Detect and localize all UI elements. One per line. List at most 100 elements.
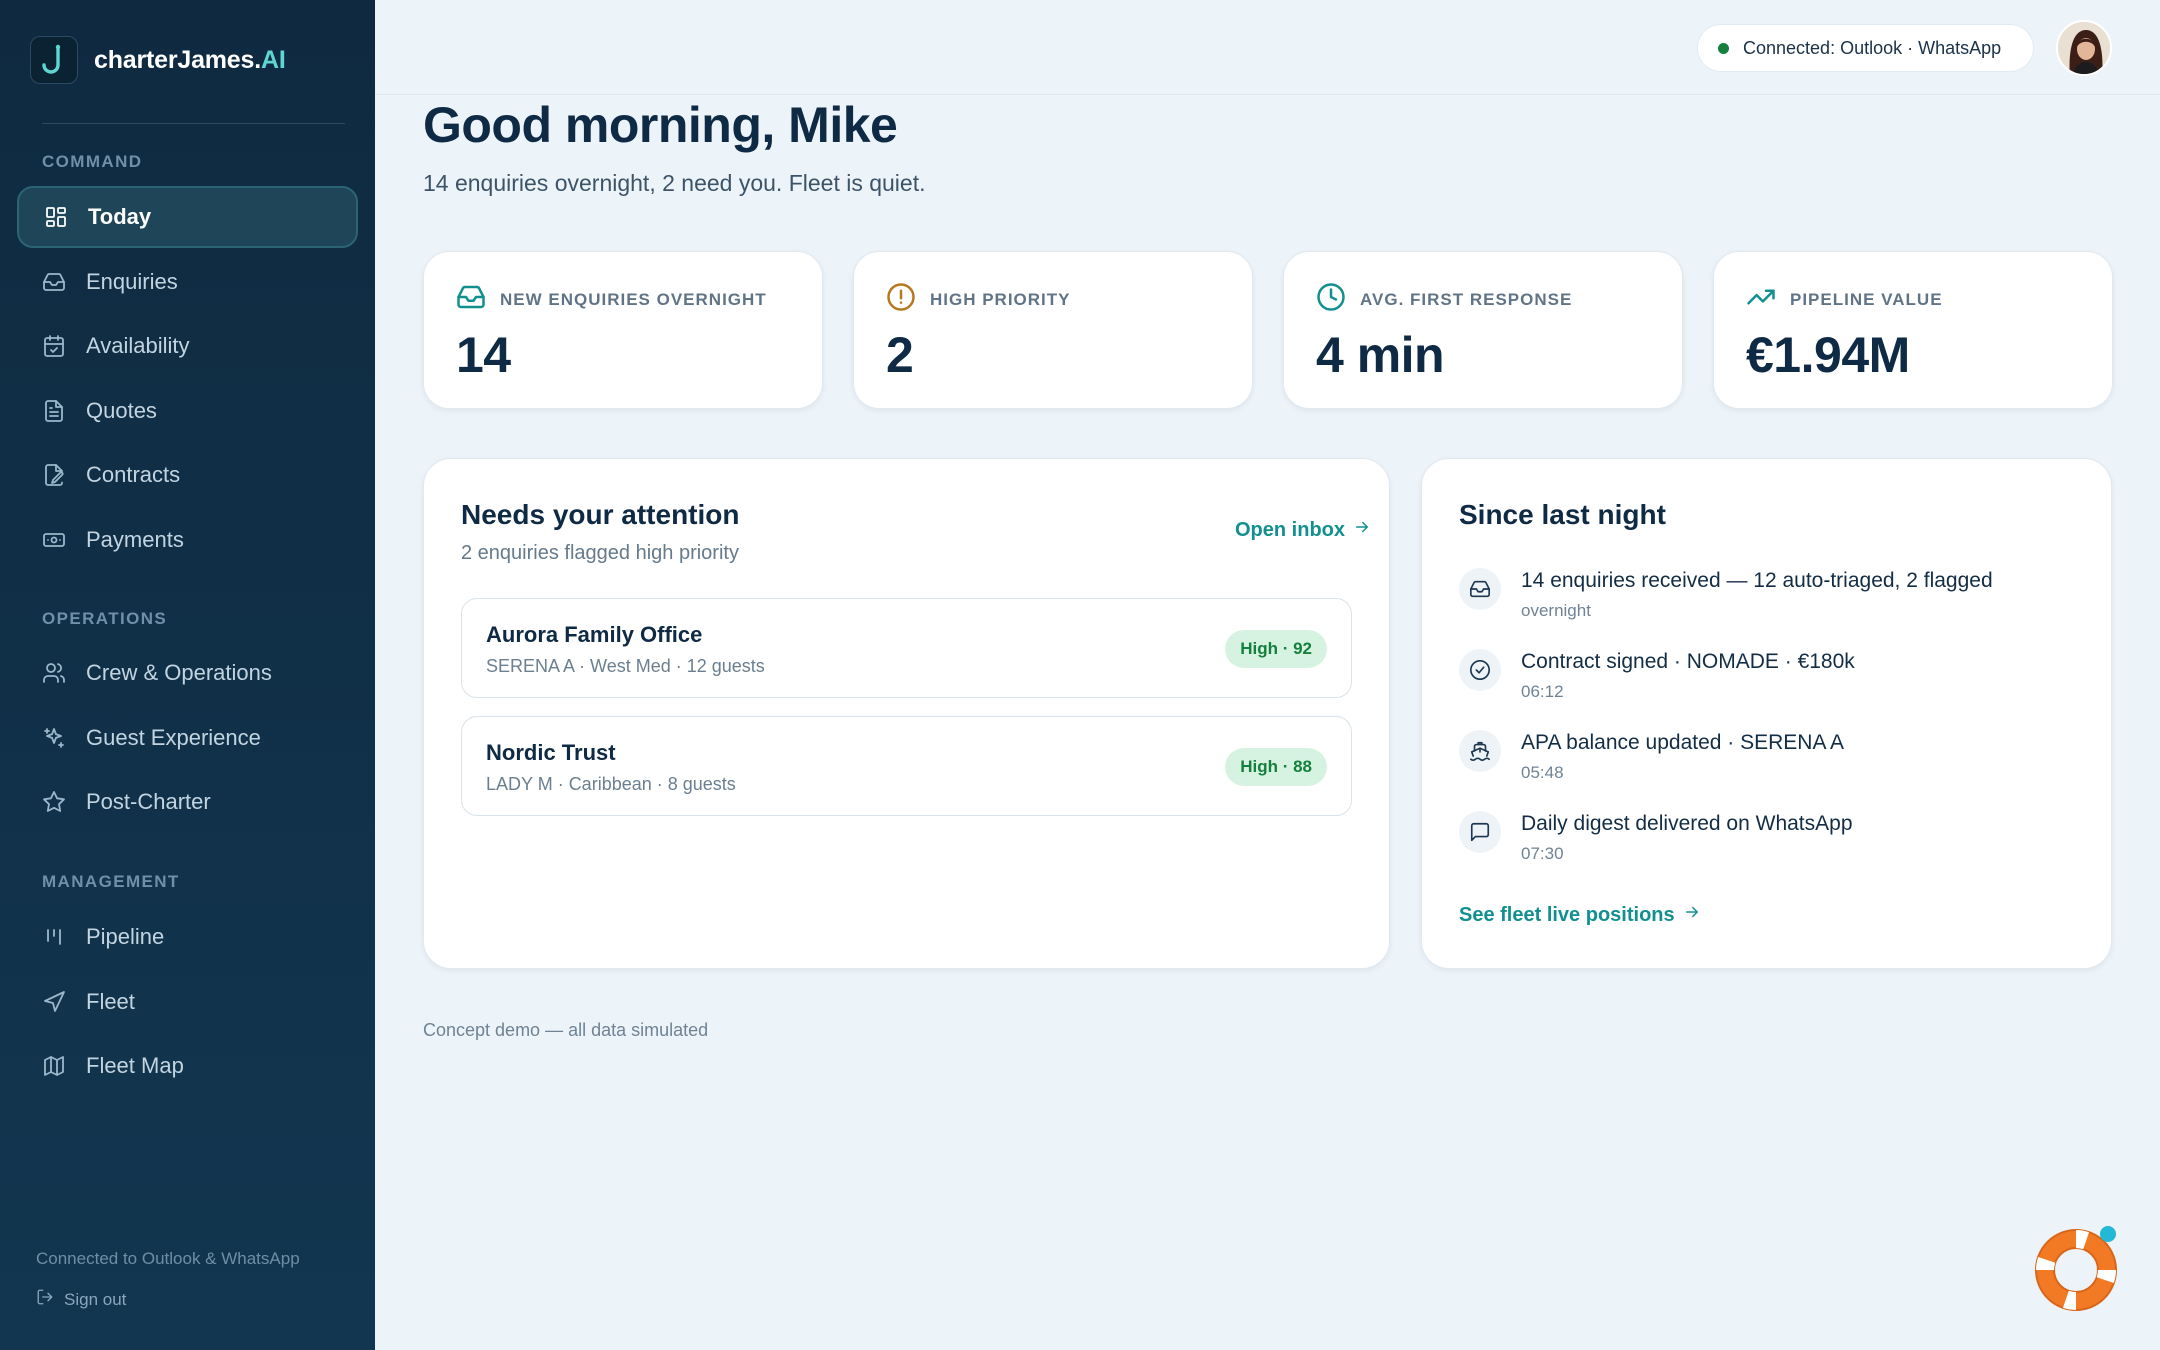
calendar-check-icon [42,334,66,358]
activity-time: 07:30 [1521,844,1564,863]
stat-card-pipeline-value[interactable]: PIPELINE VALUE €1.94M [1713,251,2113,409]
enquiry-row[interactable]: Aurora Family Office SERENA A · West Med… [461,598,1352,698]
activity-item: APA balance updated · SERENA A 05:48 [1459,728,1844,783]
star-icon [42,790,66,814]
sidebar-item-label: Contracts [86,462,181,487]
sidebar: charterJames.AI COMMAND Today Enquiries … [0,0,375,1350]
sidebar-item-fleet-map[interactable]: Fleet Map [17,1035,358,1097]
sidebar-item-enquiries[interactable]: Enquiries [17,251,358,313]
sidebar-item-label: Guest Experience [86,725,261,750]
stat-value: 14 [456,327,511,383]
sidebar-item-post-charter[interactable]: Post-Charter [17,771,358,833]
sidebar-item-payments[interactable]: Payments [17,509,358,571]
section-label-command: COMMAND [42,152,143,171]
inbox-icon [456,282,486,317]
connection-status-text: Connected: Outlook · WhatsApp [1743,37,2002,58]
sidebar-item-quotes[interactable]: Quotes [17,380,358,442]
sidebar-item-today[interactable]: Today [17,186,358,248]
activity-time: 05:48 [1521,763,1564,782]
activity-item: 14 enquiries received — 12 auto-triaged,… [1459,566,1993,621]
activity-panel: Since last night 14 enquiries received —… [1421,458,2112,969]
sign-out-button[interactable]: Sign out [36,1288,126,1311]
stat-header: AVG. FIRST RESPONSE [1316,282,1572,317]
enquiry-client-name: Aurora Family Office [486,622,703,647]
lifebuoy-icon [2035,1226,2117,1311]
section-label-operations: OPERATIONS [42,609,168,628]
activity-item: Contract signed · NOMADE · €180k 06:12 [1459,647,1855,702]
enquiry-client-name: Nordic Trust [486,740,616,765]
inbox-icon [1459,568,1501,610]
activity-text: 14 enquiries received — 12 auto-triaged,… [1521,569,1993,592]
message-icon [1459,811,1501,853]
stat-header: PIPELINE VALUE [1746,282,1943,317]
enquiry-row[interactable]: Nordic Trust LADY M · Caribbean · 8 gues… [461,716,1352,816]
section-label-management: MANAGEMENT [42,872,180,891]
trending-up-icon [1746,282,1776,317]
users-icon [42,661,66,685]
sign-out-label: Sign out [64,1289,127,1309]
avatar[interactable] [2056,20,2112,76]
stat-card-new-enquiries[interactable]: NEW ENQUIRIES OVERNIGHT 14 [423,251,823,409]
log-out-icon [36,1288,54,1311]
sidebar-item-label: Fleet [86,989,135,1014]
sparkles-icon [42,726,66,750]
demo-footnote: Concept demo — all data simulated [423,1020,709,1040]
stat-card-high-priority[interactable]: HIGH PRIORITY 2 [853,251,1253,409]
status-dot-icon [1718,42,1729,54]
lifebuoy-help-button[interactable] [2029,1220,2123,1314]
fleet-live-positions-link[interactable]: See fleet live positions [1459,903,1701,927]
stat-label: PIPELINE VALUE [1790,289,1943,309]
sidebar-item-label: Quotes [86,398,157,423]
alert-circle-icon [886,282,916,317]
page-subtitle: 14 enquiries overnight, 2 need you. Flee… [423,170,926,196]
sidebar-item-label: Post-Charter [86,789,211,814]
attention-panel: Needs your attention 2 enquiries flagged… [423,458,1390,969]
activity-title: Since last night [1459,499,1666,530]
priority-badge: High · 88 [1225,748,1327,786]
sidebar-item-fleet[interactable]: Fleet [17,971,358,1033]
activity-time: overnight [1521,601,1591,620]
brand-logo-icon [30,36,78,84]
arrow-right-icon [1353,518,1371,542]
open-inbox-label: Open inbox [1235,518,1345,541]
sidebar-item-crew-operations[interactable]: Crew & Operations [17,642,358,704]
dashboard-icon [44,205,68,229]
ship-icon [1459,730,1501,772]
brand[interactable]: charterJames.AI [30,36,286,84]
activity-text: APA balance updated · SERENA A [1521,731,1844,754]
stat-value: 2 [886,327,914,383]
sidebar-item-availability[interactable]: Availability [17,315,358,377]
sidebar-item-label: Today [88,204,152,229]
sidebar-item-label: Enquiries [86,269,178,294]
fleet-link-label: See fleet live positions [1459,903,1675,926]
stat-card-avg-first-response[interactable]: AVG. FIRST RESPONSE 4 min [1283,251,1683,409]
arrow-right-icon [1683,903,1701,927]
stat-header: NEW ENQUIRIES OVERNIGHT [456,282,767,317]
navigation-icon [42,990,66,1014]
priority-badge: High · 92 [1225,630,1327,668]
sidebar-item-contracts[interactable]: Contracts [17,444,358,506]
connection-status-pill[interactable]: Connected: Outlook · WhatsApp [1697,24,2034,72]
topbar-divider [375,94,2160,95]
stat-label: HIGH PRIORITY [930,289,1071,309]
banknote-icon [42,528,66,552]
attention-subtitle: 2 enquiries flagged high priority [461,542,739,564]
stat-value: 4 min [1316,327,1445,383]
stat-label: NEW ENQUIRIES OVERNIGHT [500,289,767,309]
sidebar-item-label: Pipeline [86,924,165,949]
sidebar-item-pipeline[interactable]: Pipeline [17,906,358,968]
kanban-icon [42,925,66,949]
sidebar-item-label: Fleet Map [86,1053,184,1078]
brand-divider [42,123,345,124]
stat-value: €1.94M [1746,327,1910,383]
stat-header: HIGH PRIORITY [886,282,1071,317]
open-inbox-link[interactable]: Open inbox [1235,518,1371,542]
map-icon [42,1054,66,1078]
attention-title: Needs your attention [461,499,740,530]
sidebar-item-guest-experience[interactable]: Guest Experience [17,707,358,769]
sidebar-item-label: Crew & Operations [86,660,272,685]
page-title: Good morning, Mike [423,97,898,153]
sidebar-item-label: Payments [86,527,184,552]
brand-name: charterJames.AI [94,45,286,74]
clock-icon [1316,282,1346,317]
